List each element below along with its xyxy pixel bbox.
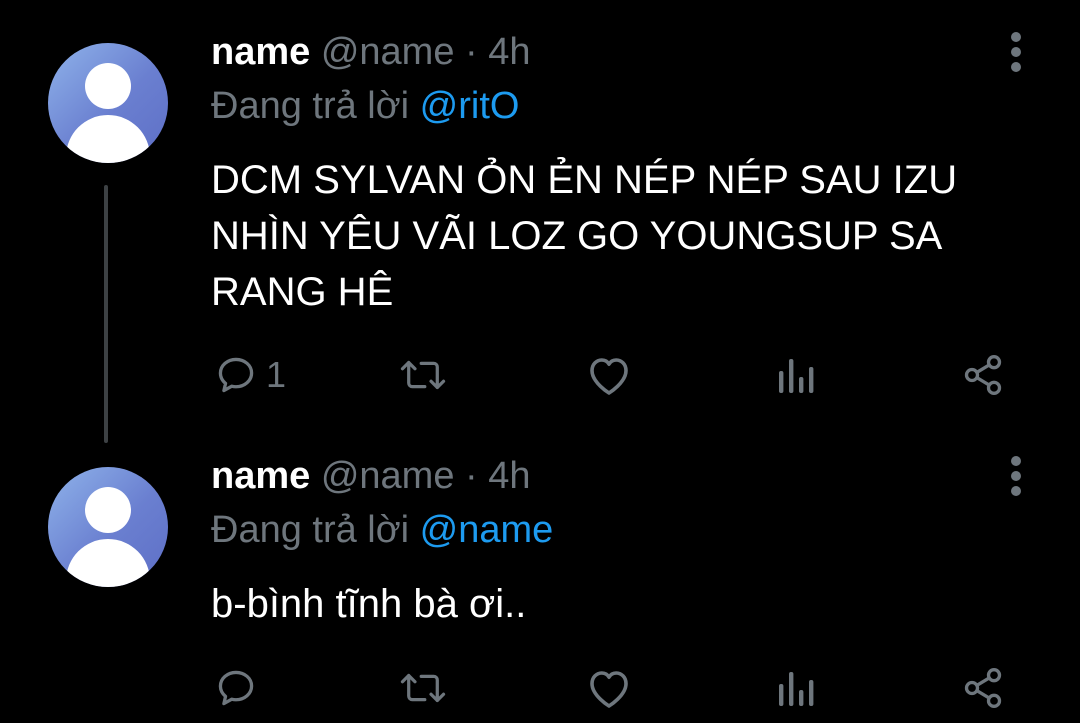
share-button[interactable] bbox=[960, 350, 1006, 400]
retweet-icon bbox=[400, 673, 446, 703]
retweet-button[interactable] bbox=[398, 663, 448, 713]
default-avatar-body bbox=[66, 115, 150, 163]
default-avatar-body bbox=[66, 539, 150, 587]
reply-icon bbox=[218, 670, 254, 706]
default-avatar-head bbox=[85, 63, 131, 109]
more-icon[interactable] bbox=[1003, 454, 1029, 498]
reply-button[interactable] bbox=[214, 663, 266, 713]
timestamp[interactable]: 4h bbox=[488, 455, 530, 497]
like-button[interactable] bbox=[585, 350, 633, 400]
tweet[interactable]: name @name · 4h Đang trả lời @ritO DCM S… bbox=[0, 0, 1080, 440]
retweet-icon bbox=[400, 360, 446, 390]
replying-to-mention[interactable]: @name bbox=[420, 509, 554, 551]
user-handle[interactable]: @name bbox=[321, 31, 455, 73]
reply-count: 1 bbox=[266, 354, 287, 395]
display-name[interactable]: name bbox=[211, 455, 310, 497]
tweet-header: name @name · 4h bbox=[211, 454, 531, 498]
like-icon bbox=[590, 671, 628, 708]
reply-icon bbox=[218, 357, 254, 393]
share-icon bbox=[964, 355, 1002, 395]
separator-dot: · bbox=[465, 31, 478, 73]
tweet-header: name @name · 4h bbox=[211, 30, 531, 74]
tweet-text: b-bình tĩnh bà ơi.. bbox=[211, 582, 527, 626]
replying-to-label: Đang trả lời bbox=[211, 85, 410, 127]
more-icon[interactable] bbox=[1003, 30, 1029, 74]
like-button[interactable] bbox=[585, 663, 633, 713]
retweet-button[interactable] bbox=[398, 350, 448, 400]
reply-thread: name @name · 4h Đang trả lời @ritO DCM S… bbox=[0, 0, 1080, 723]
analytics-icon bbox=[779, 672, 814, 706]
action-bar bbox=[0, 663, 1080, 713]
replying-to: Đang trả lời @ritO bbox=[211, 84, 519, 128]
replying-to-mention[interactable]: @ritO bbox=[420, 85, 520, 127]
analytics-button[interactable] bbox=[775, 663, 815, 713]
analytics-button[interactable] bbox=[775, 350, 815, 400]
tweet[interactable]: name @name · 4h Đang trả lời @name b-bìn… bbox=[0, 440, 1080, 723]
reply-button[interactable]: 1 bbox=[214, 350, 286, 400]
avatar[interactable] bbox=[48, 43, 168, 163]
timestamp[interactable]: 4h bbox=[488, 31, 530, 73]
replying-to-label: Đang trả lời bbox=[211, 509, 410, 551]
default-avatar-head bbox=[85, 487, 131, 533]
like-icon bbox=[590, 358, 628, 395]
user-handle[interactable]: @name bbox=[321, 455, 455, 497]
analytics-icon bbox=[779, 359, 814, 393]
separator-dot: · bbox=[465, 455, 478, 497]
action-bar: 1 bbox=[0, 350, 1080, 400]
tweet-text: DCM SYLVAN ỎN ẺN NÉP NÉP SAU IZU NHÌN YÊ… bbox=[211, 158, 958, 314]
replying-to: Đang trả lời @name bbox=[211, 508, 553, 552]
avatar[interactable] bbox=[48, 467, 168, 587]
share-button[interactable] bbox=[960, 663, 1006, 713]
share-icon bbox=[964, 668, 1002, 708]
display-name[interactable]: name bbox=[211, 31, 310, 73]
